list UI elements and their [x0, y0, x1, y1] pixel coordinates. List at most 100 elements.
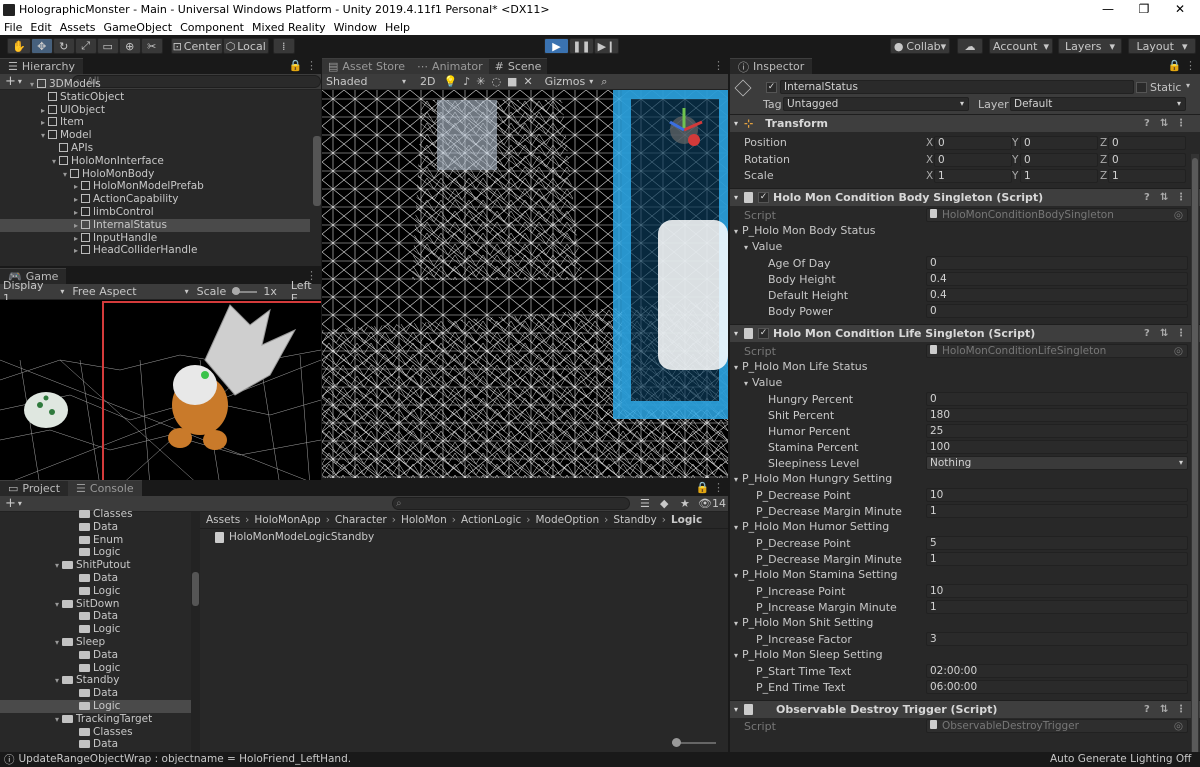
tab-scene[interactable]: # Scene: [488, 58, 548, 74]
hierarchy-item[interactable]: ▾ 3DModels: [0, 78, 310, 91]
shading-mode-dropdown[interactable]: Shaded: [326, 75, 402, 88]
tab-animator[interactable]: ⋯ Animator: [411, 58, 489, 74]
breadcrumb-item[interactable]: Assets: [206, 514, 240, 526]
transform-z-input[interactable]: 0: [1108, 152, 1186, 167]
project-tree-scrollbar[interactable]: [191, 512, 200, 752]
project-folder-item[interactable]: Logic: [0, 662, 191, 675]
section-foldout[interactable]: ▾ P_Holo Mon Life Status: [734, 360, 868, 373]
project-folder-item[interactable]: ▾ ShitPutout: [0, 559, 191, 572]
presets-icon[interactable]: ⇅: [1160, 192, 1168, 203]
presets-icon[interactable]: ⇅: [1160, 118, 1168, 129]
aspect-dropdown[interactable]: Free Aspect: [72, 285, 180, 298]
close-button[interactable]: ✕: [1162, 0, 1198, 19]
minimize-button[interactable]: —: [1090, 0, 1126, 19]
transform-x-input[interactable]: 0: [934, 152, 1012, 167]
component-enabled-checkbox[interactable]: ✓: [758, 328, 770, 339]
value-input[interactable]: 1: [926, 504, 1188, 518]
menu-edit[interactable]: Edit: [26, 21, 55, 34]
active-checkbox[interactable]: ✓: [766, 82, 777, 93]
breadcrumb-item[interactable]: ActionLogic: [461, 514, 521, 526]
value-input[interactable]: 10: [926, 584, 1188, 598]
project-folder-item[interactable]: Logic: [0, 585, 191, 598]
custom-tool-icon[interactable]: ✂: [140, 38, 163, 54]
filter-type-icon[interactable]: ☰: [640, 497, 650, 510]
hand-tool-icon[interactable]: ✋: [7, 38, 31, 54]
step-icon[interactable]: ▶❙: [594, 38, 619, 54]
presets-icon[interactable]: ⇅: [1160, 704, 1168, 715]
component-menu-icon[interactable]: ⋮: [1176, 192, 1186, 203]
menu-assets[interactable]: Assets: [56, 21, 100, 34]
lock-icon[interactable]: 🔒 ⋮: [289, 59, 317, 72]
project-folder-item[interactable]: ▾ Sleep: [0, 636, 191, 649]
hierarchy-item[interactable]: ▾ HoloMonInterface: [0, 155, 310, 168]
value-input[interactable]: 06:00:00: [926, 680, 1188, 694]
help-icon[interactable]: ?: [1144, 328, 1150, 339]
transform-y-input[interactable]: 0: [1020, 136, 1098, 150]
transform-x-input[interactable]: 0: [934, 136, 1012, 150]
transform-z-input[interactable]: 1: [1108, 169, 1186, 183]
transform-y-input[interactable]: 1: [1020, 169, 1098, 183]
chevron-right-icon[interactable]: ▸: [71, 245, 81, 258]
object-name-input[interactable]: InternalStatus: [780, 80, 1134, 94]
audio-icon[interactable]: ♪: [463, 75, 470, 88]
inspector-scrollbar[interactable]: [1191, 154, 1199, 752]
project-folder-item[interactable]: Enum: [0, 534, 191, 547]
scale-slider[interactable]: [232, 286, 258, 295]
value-input[interactable]: 0: [926, 392, 1188, 406]
presets-icon[interactable]: ⇅: [1160, 328, 1168, 339]
value-input[interactable]: 180: [926, 408, 1188, 422]
section-foldout[interactable]: ▾ P_Holo Mon Stamina Setting: [734, 568, 898, 581]
section-foldout[interactable]: ▾ P_Holo Mon Shit Setting: [734, 616, 873, 629]
project-folder-item[interactable]: ▾ SitDown: [0, 598, 191, 611]
project-folder-item[interactable]: ▾ Standby: [0, 674, 191, 687]
tab-inspector[interactable]: ⓘ Inspector: [730, 58, 813, 74]
component-enabled-checkbox[interactable]: ✓: [758, 192, 770, 203]
tag-dropdown[interactable]: Untagged ▾: [783, 97, 969, 111]
project-folder-item[interactable]: Data: [0, 610, 191, 623]
grid-snap-icon[interactable]: ⁞: [272, 38, 295, 54]
hierarchy-item[interactable]: ▸ UIObject: [0, 104, 310, 117]
hierarchy-item[interactable]: ▸ Item: [0, 116, 310, 129]
tab-hierarchy[interactable]: ☰ Hierarchy: [0, 58, 84, 74]
breadcrumb-item[interactable]: HoloMonApp: [254, 514, 320, 526]
value-input[interactable]: 100: [926, 440, 1188, 454]
menu-help[interactable]: Help: [381, 21, 414, 34]
menu-window[interactable]: Window: [330, 21, 381, 34]
cloud-icon[interactable]: ☁: [957, 38, 983, 54]
lighting-icon[interactable]: 💡: [443, 75, 457, 88]
component-menu-icon[interactable]: ⋮: [1176, 704, 1186, 715]
layout-dropdown[interactable]: Layout ▾: [1128, 38, 1196, 54]
value-input[interactable]: 0: [926, 256, 1188, 270]
value-input[interactable]: 0.4: [926, 288, 1188, 302]
project-folder-item[interactable]: Logic: [0, 699, 191, 713]
mode-2d-toggle[interactable]: 2D: [420, 75, 435, 88]
section-foldout[interactable]: ▾ P_Holo Mon Hungry Setting: [734, 472, 892, 485]
body-singleton-header[interactable]: ▾ ✓ Holo Mon Condition Body Singleton (S…: [730, 188, 1200, 206]
menu-mixed-reality[interactable]: Mixed Reality: [248, 21, 330, 34]
value-dropdown[interactable]: Nothing ▾: [926, 456, 1188, 470]
value-input[interactable]: 1: [926, 552, 1188, 566]
section-foldout[interactable]: ▾ Value: [744, 240, 782, 253]
pivot-center-button[interactable]: ⊡ Center: [170, 38, 223, 54]
chevron-down-icon[interactable]: ▾: [1186, 81, 1190, 90]
help-icon[interactable]: ?: [1144, 118, 1150, 129]
tab-project[interactable]: ▭ Project: [0, 480, 69, 496]
project-folder-item[interactable]: Logic: [0, 623, 191, 636]
project-folder-item[interactable]: Data: [0, 687, 191, 700]
pause-icon[interactable]: ❚❚: [569, 38, 594, 54]
tab-asset-store[interactable]: ▤ Asset Store: [322, 58, 412, 74]
hierarchy-item[interactable]: ▸ limbControl: [0, 206, 310, 219]
effects-icon[interactable]: ✳: [476, 75, 485, 88]
value-input[interactable]: 3: [926, 632, 1188, 646]
hierarchy-item[interactable]: ▸ HoloMonModelPrefab: [0, 180, 310, 193]
value-input[interactable]: 02:00:00: [926, 664, 1188, 678]
layer-dropdown[interactable]: Default ▾: [1010, 97, 1186, 111]
project-folder-item[interactable]: Classes: [0, 726, 191, 739]
scale-tool-icon[interactable]: ⤢: [74, 38, 97, 54]
project-folder-item[interactable]: Data: [0, 572, 191, 585]
value-input[interactable]: 5: [926, 536, 1188, 550]
filter-label-icon[interactable]: ◆: [660, 497, 668, 510]
menu-file[interactable]: File: [0, 21, 26, 34]
section-foldout[interactable]: ▾ Value: [744, 376, 782, 389]
breadcrumb-item[interactable]: ModeOption: [536, 514, 600, 526]
